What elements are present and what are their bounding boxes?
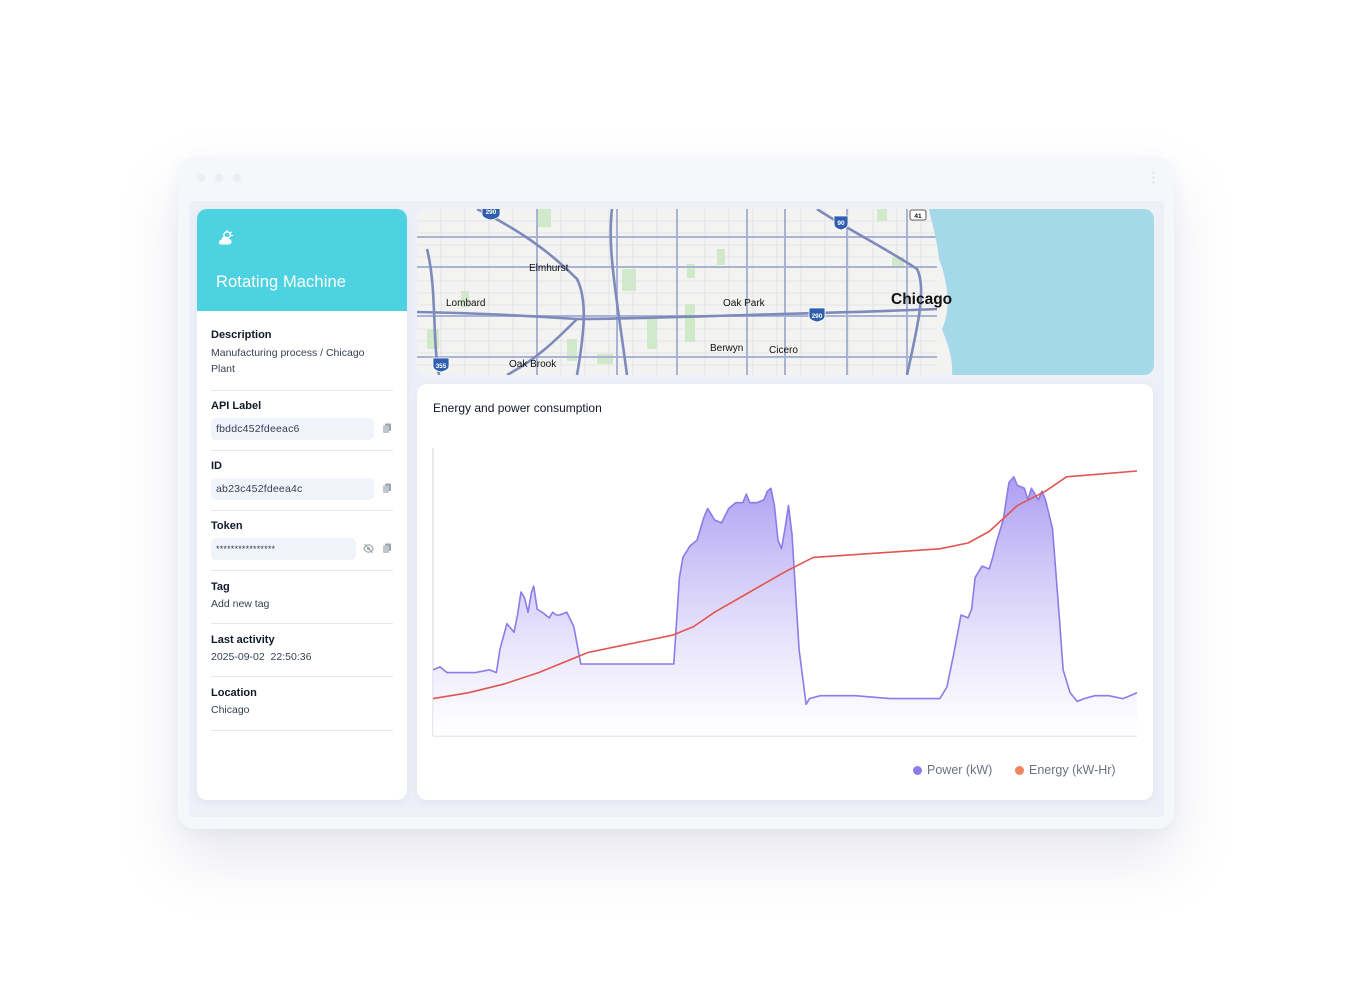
device-card: Rotating Machine Description Manufacturi… (197, 209, 407, 800)
energy-power-chart[interactable] (417, 384, 1153, 800)
location-label: Location (211, 687, 257, 699)
window-dot (197, 174, 205, 182)
token-field: Token **************** (211, 520, 393, 571)
legend-item-energy[interactable]: Energy (kW-Hr) (1015, 763, 1116, 777)
map-label-elmhurst: Elmhurst (529, 263, 569, 274)
map-shield: 290 (486, 209, 497, 216)
device-name: Rotating Machine (216, 273, 347, 291)
map-shield: 90 (837, 220, 845, 227)
map-shield: 41 (914, 213, 922, 220)
api-label-value: fbddc452fdeeac6 (211, 418, 374, 440)
description-value: Manufacturing process / Chicago Plant (211, 347, 365, 375)
token-value: **************** (211, 538, 356, 560)
copy-icon[interactable] (382, 483, 392, 494)
map-shield: 290 (812, 313, 823, 320)
map-label-berwyn: Berwyn (710, 343, 744, 354)
map-label-lombard: Lombard (446, 298, 486, 309)
legend-dot-energy (1015, 765, 1024, 775)
window-dot (215, 174, 223, 182)
id-value: ab23c452fdeea4c (211, 478, 374, 500)
map-shield: 355 (436, 363, 447, 370)
energy-chart-card: Energy and power consumption Power (kW) … (417, 384, 1153, 800)
id-field: ID ab23c452fdeea4c (211, 460, 393, 511)
last-activity-label: Last activity (211, 634, 275, 646)
cloud-sun-icon (218, 230, 234, 245)
description-label: Description (211, 329, 272, 341)
copy-icon[interactable] (382, 423, 392, 434)
window-dot (233, 174, 241, 182)
tag-label: Tag (211, 581, 230, 593)
eye-off-icon[interactable] (363, 543, 374, 554)
location-field: Location Chicago (211, 687, 393, 731)
copy-icon[interactable] (382, 543, 392, 554)
location-value: Chicago (211, 704, 250, 716)
last-activity-field: Last activity 2025-09-02 22:50:36 (211, 634, 393, 677)
api-label-field: API Label fbddc452fdeeac6 (211, 400, 393, 451)
tag-field: Tag Add new tag (211, 581, 393, 624)
add-tag-link[interactable]: Add new tag (211, 596, 393, 612)
map-label-chicago: Chicago (891, 291, 953, 308)
power-area (433, 476, 1137, 736)
token-label: Token (211, 520, 243, 532)
map-label-cicero: Cicero (769, 345, 798, 356)
location-map[interactable]: 290 90 41 290 355 Elmhurst Lombard Oak P… (417, 209, 1154, 375)
id-label: ID (211, 460, 222, 472)
description-field: Description Manufacturing process / Chic… (211, 329, 393, 391)
legend-item-power[interactable]: Power (kW) (913, 763, 992, 777)
window-menu-icon[interactable] (1152, 171, 1156, 185)
last-activity-value: 2025-09-02 22:50:36 (211, 651, 312, 663)
legend-dot-power (913, 765, 922, 775)
map-label-oak-brook: Oak Brook (509, 359, 557, 370)
legend-label-energy: Energy (kW-Hr) (1029, 763, 1116, 777)
device-card-header: Rotating Machine (197, 209, 407, 311)
legend-label-power: Power (kW) (927, 763, 993, 777)
map-label-oak-park: Oak Park (723, 298, 765, 309)
api-label-label: API Label (211, 400, 262, 412)
